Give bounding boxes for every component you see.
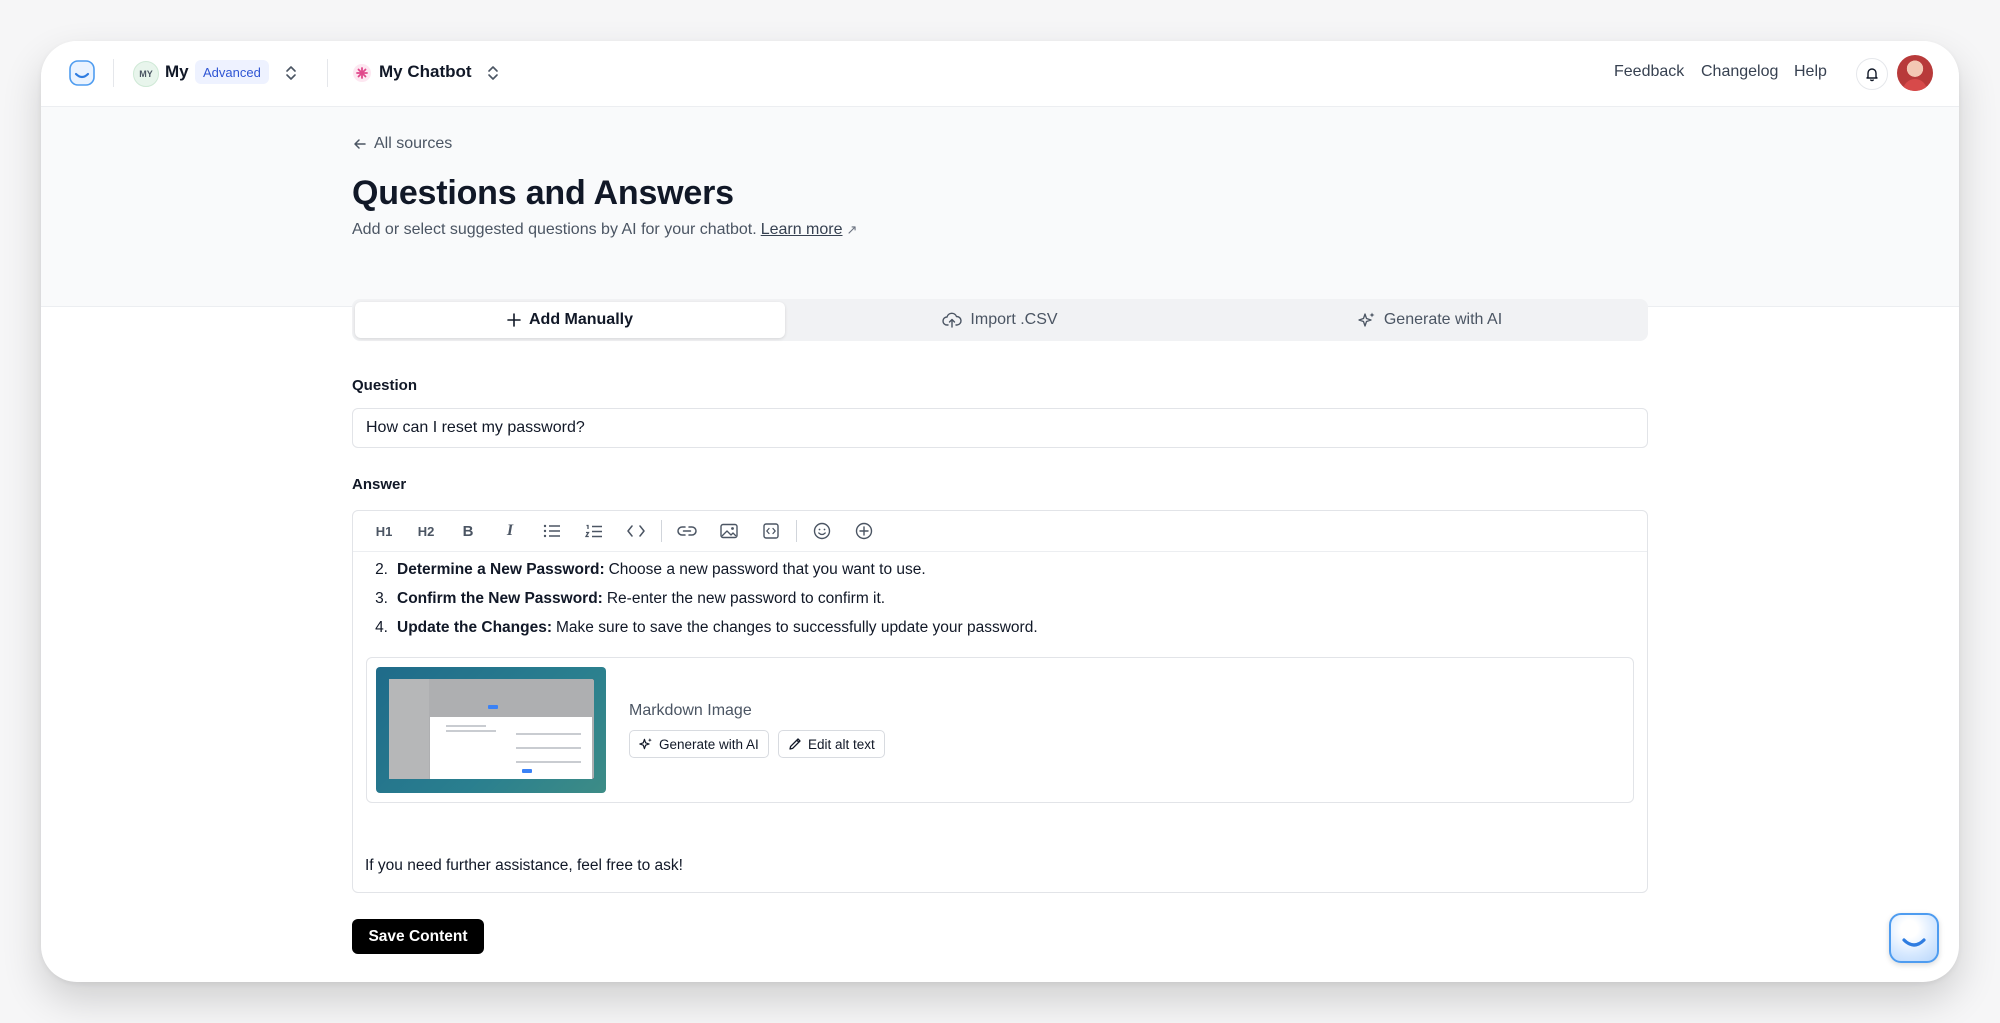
thumbnail-line	[516, 761, 581, 763]
tab-label: Generate with AI	[1383, 311, 1503, 328]
list-item-text: Choose a new password that you want to u…	[608, 560, 926, 578]
image-card-title: Markdown Image	[629, 702, 752, 719]
toolbar-divider	[661, 520, 662, 542]
numbered-list-icon	[585, 524, 602, 537]
tab-label: Add Manually	[528, 311, 633, 328]
toolbar-divider	[796, 520, 797, 542]
sparkles-icon	[1358, 312, 1375, 327]
question-label: Question	[352, 377, 418, 394]
arrow-left-icon	[354, 139, 366, 149]
help-link[interactable]: Help	[1794, 63, 1827, 81]
workspace-switcher-chevron-icon[interactable]	[284, 63, 298, 83]
italic-button[interactable]: I	[489, 515, 531, 547]
page-title: Questions and Answers	[352, 174, 734, 212]
divider	[327, 59, 328, 87]
list-item: 4. Update the Changes: Make sure to save…	[368, 613, 1038, 642]
answer-editor: H1 H2 B I 2. Determine a New Password: C…	[352, 510, 1648, 893]
cloud-upload-icon	[942, 312, 963, 328]
embed-code-icon	[763, 523, 779, 539]
external-link-icon: ↗	[846, 222, 858, 237]
chip-label: Generate with AI	[659, 736, 759, 752]
tab-add-manually[interactable]: Add Manually	[355, 302, 785, 338]
tab-import-csv[interactable]: Import .CSV	[785, 302, 1215, 338]
thumbnail-line	[516, 747, 581, 749]
chat-widget-button[interactable]	[1889, 913, 1939, 963]
edit-alt-text-button[interactable]: Edit alt text	[778, 730, 885, 758]
back-link-label: All sources	[374, 135, 453, 152]
bullet-list-button[interactable]	[531, 515, 573, 547]
list-item-text: Make sure to save the changes to success…	[556, 618, 1038, 636]
sparkles-icon	[639, 738, 652, 750]
insert-more-button[interactable]	[843, 515, 885, 547]
answer-label: Answer	[352, 476, 407, 493]
list-item-text: Re-enter the new password to confirm it.	[606, 589, 886, 607]
app-logo-icon[interactable]	[67, 58, 97, 88]
notifications-button[interactable]	[1856, 58, 1888, 90]
list-number: 3.	[375, 589, 388, 607]
chat-smile-icon	[1902, 938, 1926, 947]
tab-generate-with-ai[interactable]: Generate with AI	[1215, 302, 1645, 338]
thumbnail-button	[488, 705, 498, 709]
list-item-heading: Confirm the New Password:	[397, 589, 603, 607]
thumbnail-line	[516, 733, 581, 735]
code-icon	[627, 525, 645, 537]
bell-icon	[1866, 68, 1878, 82]
thumbnail-button	[522, 769, 532, 773]
numbered-list-button[interactable]	[573, 515, 615, 547]
chatbot-switcher-chevron-icon[interactable]	[486, 63, 500, 83]
closing-paragraph: If you need further assistance, feel fre…	[365, 857, 683, 874]
emoji-button[interactable]	[801, 515, 843, 547]
changelog-link[interactable]: Changelog	[1701, 63, 1778, 81]
page-subtitle-text: Add or select suggested questions by AI …	[352, 221, 757, 238]
editor-content[interactable]: 2. Determine a New Password: Choose a ne…	[353, 552, 1647, 892]
page-header	[41, 107, 1959, 307]
answer-steps-list: 2. Determine a New Password: Choose a ne…	[368, 555, 1038, 642]
tab-label: Import .CSV	[970, 311, 1058, 328]
chatbot-icon	[353, 64, 371, 82]
generate-alt-with-ai-button[interactable]: Generate with AI	[629, 730, 769, 758]
workspace-avatar[interactable]: MY	[133, 61, 159, 87]
workspace-name[interactable]: My	[165, 62, 189, 82]
back-to-all-sources-link[interactable]: All sources	[352, 135, 452, 153]
plus-icon	[507, 313, 521, 327]
app-window: MY My Advanced My Chatbot Feedback Chang…	[41, 41, 1959, 982]
pencil-icon	[789, 738, 801, 750]
smiley-icon	[813, 522, 831, 540]
user-avatar[interactable]	[1897, 55, 1933, 91]
list-item-heading: Determine a New Password:	[397, 560, 605, 578]
image-icon	[720, 523, 738, 539]
top-bar: MY My Advanced My Chatbot Feedback Chang…	[41, 41, 1959, 107]
chip-label: Edit alt text	[808, 736, 875, 752]
plan-badge: Advanced	[195, 60, 269, 84]
image-button[interactable]	[708, 515, 750, 547]
save-content-button[interactable]: Save Content	[352, 919, 484, 954]
bold-button[interactable]: B	[447, 515, 489, 547]
list-item: 2. Determine a New Password: Choose a ne…	[368, 555, 1038, 584]
list-item-heading: Update the Changes:	[397, 618, 553, 636]
page-subtitle: Add or select suggested questions by AI …	[352, 221, 857, 239]
divider	[113, 59, 114, 87]
link-button[interactable]	[666, 515, 708, 547]
image-thumbnail[interactable]	[376, 667, 606, 793]
thumbnail-line	[446, 730, 496, 732]
editor-toolbar: H1 H2 B I	[353, 511, 1647, 552]
heading-2-button[interactable]: H2	[405, 515, 447, 547]
chatbot-name[interactable]: My Chatbot	[379, 62, 472, 82]
link-icon	[677, 526, 697, 536]
list-number: 2.	[375, 560, 388, 578]
markdown-image-card[interactable]: Markdown Image Generate with AI Edit alt…	[366, 657, 1634, 803]
source-tabs: Add Manually Import .CSV Generate with A…	[352, 299, 1648, 341]
question-input[interactable]	[352, 408, 1648, 448]
embed-button[interactable]	[750, 515, 792, 547]
heading-1-button[interactable]: H1	[363, 515, 405, 547]
thumbnail-line	[446, 725, 486, 727]
plus-circle-icon	[855, 522, 873, 540]
feedback-link[interactable]: Feedback	[1614, 63, 1684, 81]
list-number: 4.	[375, 618, 388, 636]
bullet-list-icon	[543, 524, 560, 538]
list-item: 3. Confirm the New Password: Re-enter th…	[368, 584, 1038, 613]
learn-more-link[interactable]: Learn more	[761, 221, 843, 238]
code-button[interactable]	[615, 515, 657, 547]
